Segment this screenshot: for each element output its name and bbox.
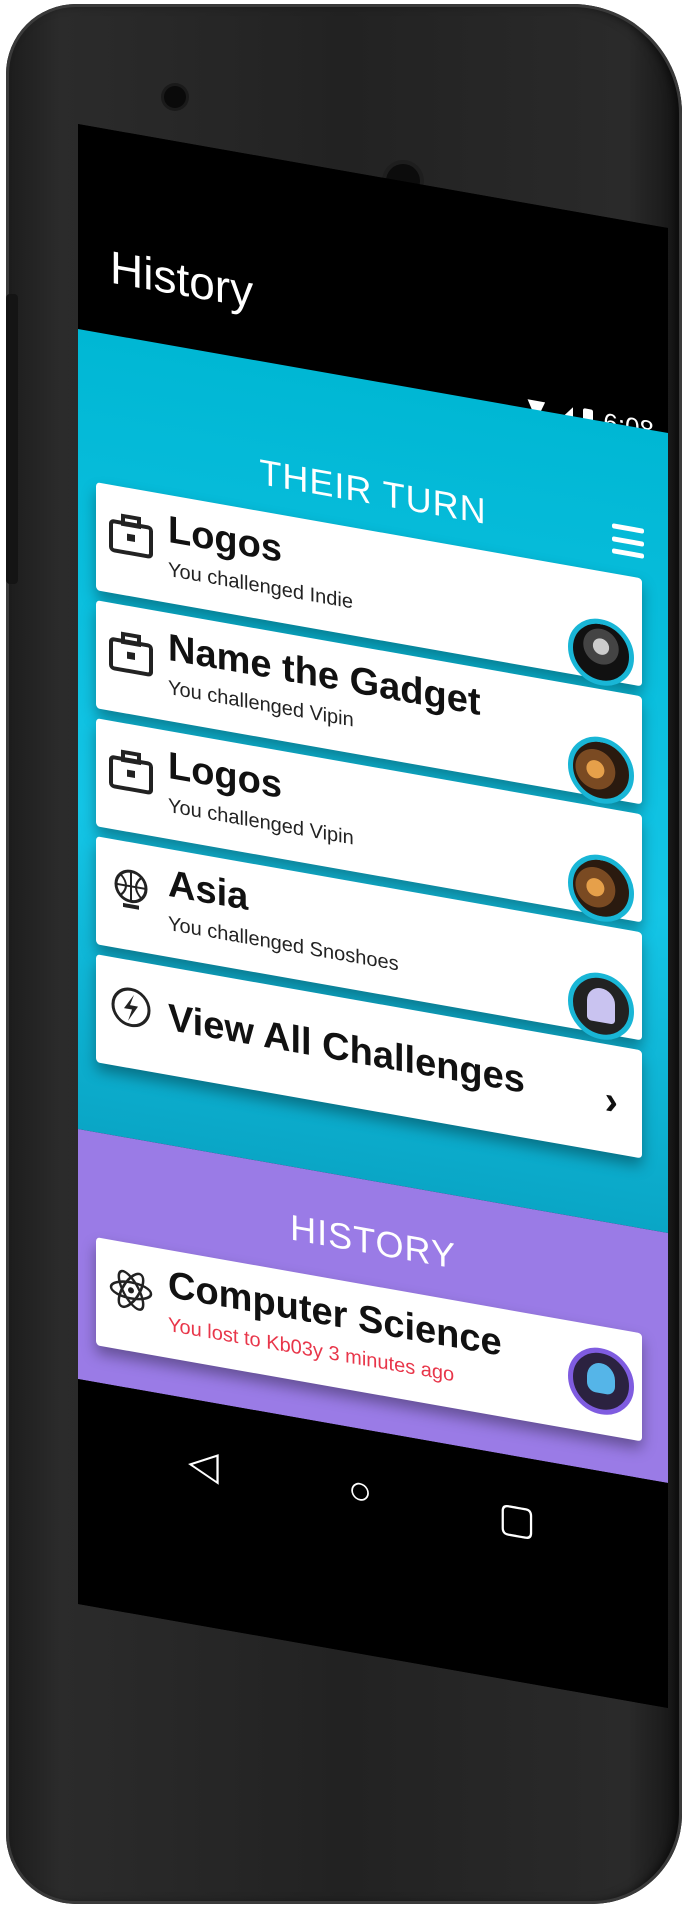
their-turn-section: THEIR TURN Logos You challenged Indie Na…: [78, 329, 668, 1234]
atom-icon: [109, 1269, 153, 1311]
lightning-icon: [111, 987, 151, 1028]
challenge-subtitle: You challenged Snoshoes: [168, 912, 399, 976]
front-camera: [164, 86, 186, 108]
home-icon[interactable]: ○: [348, 1467, 372, 1516]
phone-frame: History 6:08 THEIR TURN Logos You challe…: [6, 4, 682, 1904]
view-all-label: View All Challenges: [168, 996, 525, 1102]
recents-icon[interactable]: ▢: [498, 1493, 536, 1546]
opponent-avatar: [568, 1342, 634, 1421]
briefcase-icon: [109, 513, 153, 559]
briefcase-icon: [109, 631, 153, 677]
hamburger-menu-icon[interactable]: [612, 523, 644, 559]
briefcase-icon: [109, 749, 153, 795]
challenge-title: Asia: [168, 862, 249, 920]
power-button: [6, 294, 18, 584]
phone-screen: History 6:08 THEIR TURN Logos You challe…: [78, 124, 668, 1709]
globe-icon: [114, 869, 148, 910]
page-title: History: [110, 240, 254, 318]
chevron-right-icon: ›: [604, 1077, 618, 1125]
back-icon[interactable]: ◁: [188, 1438, 219, 1489]
